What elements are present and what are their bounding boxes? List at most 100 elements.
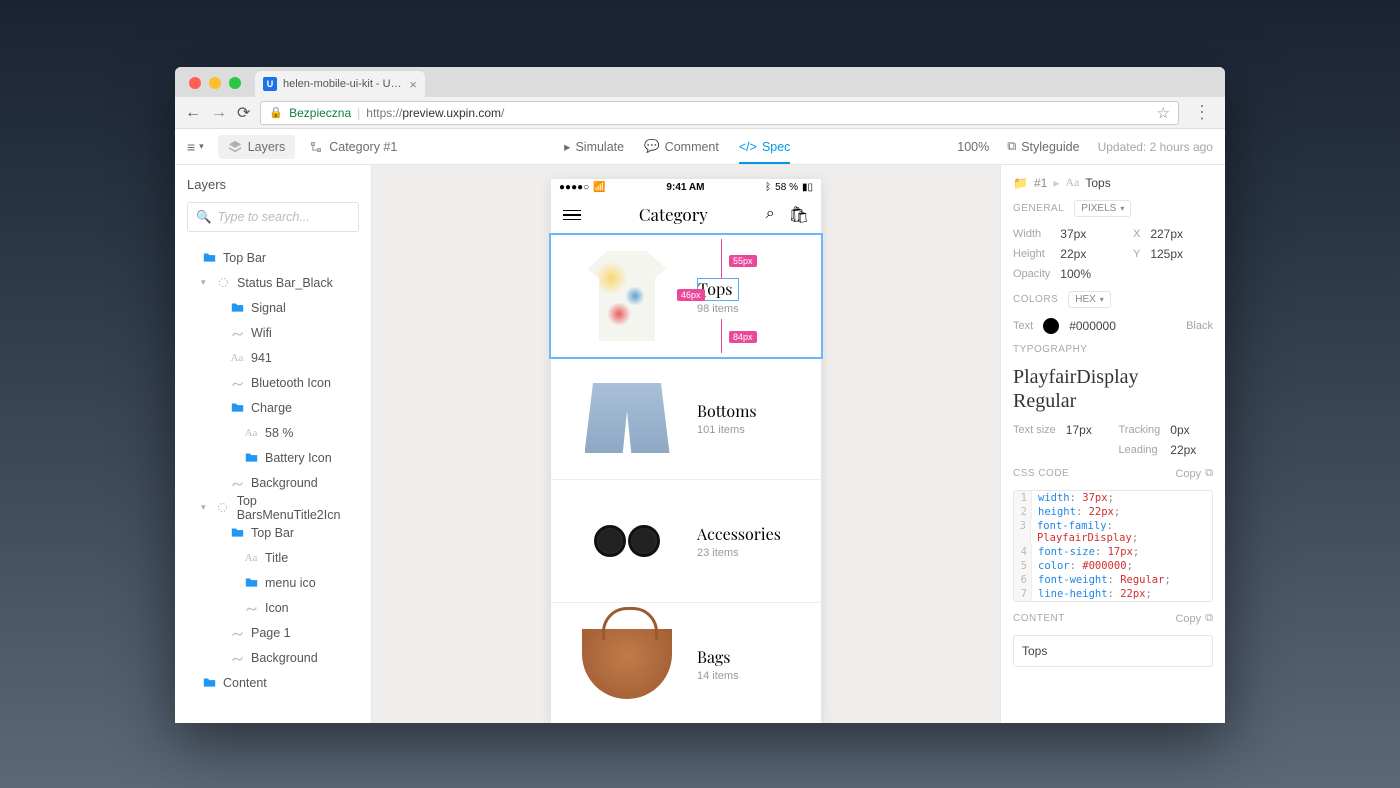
- layers-search-input[interactable]: 🔍 Type to search...: [187, 202, 359, 232]
- layer-row[interactable]: Background: [187, 471, 359, 494]
- layer-row[interactable]: Charge: [187, 396, 359, 419]
- css-line: 7line-height: 22px;: [1014, 587, 1212, 601]
- play-icon: ▸: [564, 139, 570, 154]
- comment-icon: 💬: [644, 139, 660, 154]
- category-row[interactable]: Tops98 items46px55px84px: [549, 233, 823, 359]
- styleguide-button[interactable]: ⧉ Styleguide: [1007, 139, 1079, 154]
- category-image: [557, 241, 697, 351]
- layer-label: Top Bar: [251, 526, 294, 540]
- layer-row[interactable]: ▾Status Bar_Black: [187, 271, 359, 294]
- forward-button[interactable]: →: [211, 104, 227, 122]
- chrome-top: U helen-mobile-ui-kit - UXPin Pr × ← → ⟳…: [175, 67, 1225, 129]
- address-bar: ← → ⟳ 🔒 Bezpieczna | https://preview.uxp…: [175, 97, 1225, 129]
- inspector-breadcrumb: 📁 #1 ▸ Aa Tops: [1013, 175, 1213, 190]
- layer-row[interactable]: Wifi: [187, 321, 359, 344]
- layer-row[interactable]: Icon: [187, 596, 359, 619]
- status-time: 9:41 AM: [666, 182, 704, 193]
- device-navbar: Category ⌕ 🛍: [551, 195, 821, 235]
- layer-label: Background: [251, 651, 318, 665]
- reload-button[interactable]: ⟳: [237, 103, 250, 123]
- canvas[interactable]: ●●●●○ 📶 9:41 AM ᛒ 58 % ▮▯ Category ⌕: [372, 165, 1000, 723]
- app-menu-button[interactable]: ≡ ▾: [187, 139, 204, 155]
- layer-row[interactable]: menu ico: [187, 571, 359, 594]
- comment-button[interactable]: 💬 Comment: [644, 139, 719, 154]
- color-name: Black: [1186, 320, 1213, 332]
- layer-row[interactable]: AaTitle: [187, 546, 359, 569]
- category-title: Accessories: [697, 524, 781, 545]
- layer-row[interactable]: Content: [187, 671, 359, 694]
- layer-row[interactable]: ▾Top BarsMenuTitle2Icn: [187, 496, 359, 519]
- leading-value: 22px: [1170, 443, 1213, 457]
- layers-panel-title: Layers: [187, 177, 359, 192]
- css-code-box[interactable]: 1width: 37px;2height: 22px;3font-family:…: [1013, 490, 1213, 602]
- text-icon: Aa: [230, 351, 244, 365]
- layers-panel: Layers 🔍 Type to search... Top Bar▾Statu…: [175, 165, 372, 723]
- folder-icon: [230, 526, 244, 540]
- category-title: Bottoms: [697, 401, 757, 422]
- category-subtitle: 14 items: [697, 670, 739, 682]
- maximize-window-button[interactable]: [229, 77, 241, 89]
- content-section-label: CONTENT: [1013, 613, 1065, 624]
- layer-row[interactable]: Bluetooth Icon: [187, 371, 359, 394]
- category-subtitle: 98 items: [697, 303, 739, 315]
- layer-label: Wifi: [251, 326, 272, 340]
- tab-title: helen-mobile-ui-kit - UXPin Pr: [283, 78, 403, 90]
- search-icon[interactable]: ⌕: [766, 205, 775, 225]
- copy-content-button[interactable]: Copy ⧉: [1175, 612, 1213, 625]
- folder-icon: [202, 251, 216, 265]
- category-subtitle: 23 items: [697, 547, 781, 559]
- layer-row[interactable]: Top Bar: [187, 521, 359, 544]
- layers-toggle[interactable]: Layers: [218, 135, 296, 159]
- css-line: 3font-family: PlayfairDisplay;: [1014, 519, 1212, 545]
- updated-label: Updated: 2 hours ago: [1098, 140, 1213, 154]
- minimize-window-button[interactable]: [209, 77, 221, 89]
- external-link-icon: ⧉: [1007, 139, 1016, 154]
- css-section-label: CSS CODE: [1013, 468, 1069, 479]
- bookmark-star-icon[interactable]: ☆: [1157, 104, 1170, 122]
- units-select[interactable]: PIXELS ▾: [1074, 200, 1131, 217]
- layer-row[interactable]: Battery Icon: [187, 446, 359, 469]
- url-input[interactable]: 🔒 Bezpieczna | https://preview.uxpin.com…: [260, 101, 1179, 125]
- folder-icon: 📁: [1013, 176, 1028, 190]
- y-value: 125px: [1150, 247, 1213, 261]
- layer-row[interactable]: Aa58 %: [187, 421, 359, 444]
- color-format-select[interactable]: HEX ▾: [1068, 291, 1111, 308]
- text-color-row[interactable]: Text #000000 Black: [1013, 318, 1213, 334]
- category-row[interactable]: Accessories 23 items: [551, 480, 821, 603]
- tab-strip: U helen-mobile-ui-kit - UXPin Pr ×: [175, 67, 1225, 97]
- bag-icon[interactable]: 🛍: [789, 205, 809, 225]
- general-section-label: GENERAL: [1013, 203, 1064, 214]
- path-icon: [230, 651, 244, 665]
- spec-tab[interactable]: </> Spec: [739, 140, 791, 164]
- layer-row[interactable]: Background: [187, 646, 359, 669]
- status-bar: ●●●●○ 📶 9:41 AM ᛒ 58 % ▮▯: [551, 179, 821, 195]
- battery-icon: ▮▯: [802, 182, 813, 193]
- layer-row[interactable]: Top Bar: [187, 246, 359, 269]
- tab-close-icon[interactable]: ×: [409, 77, 417, 92]
- breadcrumb[interactable]: Category #1: [309, 140, 397, 154]
- copy-css-button[interactable]: Copy ⧉: [1175, 467, 1213, 480]
- browser-tab[interactable]: U helen-mobile-ui-kit - UXPin Pr ×: [255, 71, 425, 97]
- category-image: [557, 486, 697, 596]
- main-area: Layers 🔍 Type to search... Top Bar▾Statu…: [175, 165, 1225, 723]
- simulate-button[interactable]: ▸ Simulate: [564, 139, 624, 154]
- layer-row[interactable]: Page 1: [187, 621, 359, 644]
- menu-icon[interactable]: [563, 210, 581, 221]
- inspector-panel: 📁 #1 ▸ Aa Tops GENERAL PIXELS ▾ Width 37…: [1000, 165, 1225, 723]
- textsize-value: 17px: [1066, 423, 1109, 437]
- close-window-button[interactable]: [189, 77, 201, 89]
- back-button[interactable]: ←: [185, 104, 201, 122]
- category-row[interactable]: Bags14 items: [551, 603, 821, 723]
- path-icon: [244, 601, 258, 615]
- layer-row[interactable]: Aa941: [187, 346, 359, 369]
- typography-section-label: TYPOGRAPHY: [1013, 344, 1213, 355]
- css-line: 4font-size: 17px;: [1014, 545, 1212, 559]
- layer-row[interactable]: Signal: [187, 296, 359, 319]
- category-image: [557, 363, 697, 473]
- content-value[interactable]: Tops: [1013, 635, 1213, 667]
- category-row[interactable]: Bottoms101 items: [551, 357, 821, 480]
- zoom-level[interactable]: 100%: [957, 140, 989, 154]
- dimension-label: 55px: [729, 255, 757, 267]
- layer-label: Background: [251, 476, 318, 490]
- browser-menu-icon[interactable]: ⋮: [1189, 102, 1215, 123]
